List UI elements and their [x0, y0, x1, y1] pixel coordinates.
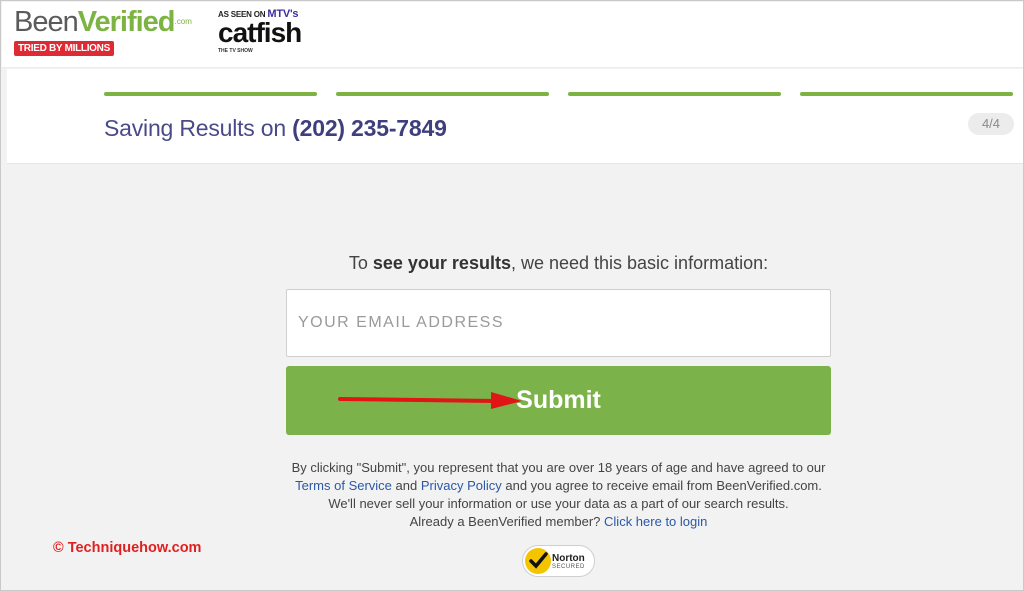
title-phone-number: (202) 235-7849	[292, 115, 447, 141]
login-link[interactable]: Click here to login	[604, 514, 707, 529]
watermark-text: © Techniquehow.com	[53, 540, 202, 556]
catfish-logo: catfish	[218, 17, 302, 48]
terms-of-service-link[interactable]: Terms of Service	[295, 478, 392, 493]
step-counter: 4/4	[968, 113, 1014, 135]
legal-line-4: Already a BeenVerified member? Click her…	[271, 513, 846, 531]
prompt-bold: see your results	[372, 253, 511, 273]
logo-verified: Verified	[77, 6, 176, 38]
beenverified-logo[interactable]: BeenVerified.com	[14, 6, 192, 38]
legal-disclaimer: By clicking "Submit", you represent that…	[271, 459, 846, 531]
legal-line-2: Terms of Service and Privacy Policy and …	[271, 477, 846, 495]
prompt-pre: To	[348, 253, 373, 273]
member-text: Already a BeenVerified member?	[409, 514, 605, 529]
email-input[interactable]	[286, 289, 831, 357]
norton-secured-badge: Norton SECURED	[522, 545, 595, 577]
catfish-subtitle: THE TV SHOW	[218, 48, 253, 54]
site-header: BeenVerified.com TRIED BY MILLIONS AS SE…	[2, 2, 1023, 68]
red-arrow-icon	[338, 392, 522, 409]
norton-secured-text: SECURED	[552, 564, 585, 570]
norton-check-icon	[525, 548, 551, 574]
tried-by-millions-badge: TRIED BY MILLIONS	[14, 41, 114, 56]
privacy-policy-link[interactable]: Privacy Policy	[421, 478, 502, 493]
logo-dotcom: .com	[174, 17, 192, 26]
legal-line-2-post: and you agree to receive email from Been…	[501, 478, 822, 493]
legal-line-3: We'll never sell your information or use…	[328, 496, 789, 511]
browser-viewport: BeenVerified.com TRIED BY MILLIONS AS SE…	[0, 0, 1024, 591]
title-prefix: Saving Results on	[104, 115, 293, 141]
progress-step-3	[568, 92, 781, 96]
progress-panel: Saving Results on (202) 235-7849 4/4	[7, 69, 1023, 164]
form-prompt: To see your results, we need this basic …	[286, 253, 831, 274]
progress-step-4	[800, 92, 1013, 96]
legal-line-1: By clicking "Submit", you represent that…	[291, 460, 826, 475]
prompt-post: , we need this basic information:	[510, 253, 769, 273]
progress-step-2	[336, 92, 549, 96]
progress-step-1	[104, 92, 317, 96]
legal-and: and	[391, 478, 421, 493]
page-title: Saving Results on (202) 235-7849	[104, 115, 447, 142]
logo-been: Been	[14, 6, 79, 38]
norton-name: Norton	[552, 553, 585, 564]
